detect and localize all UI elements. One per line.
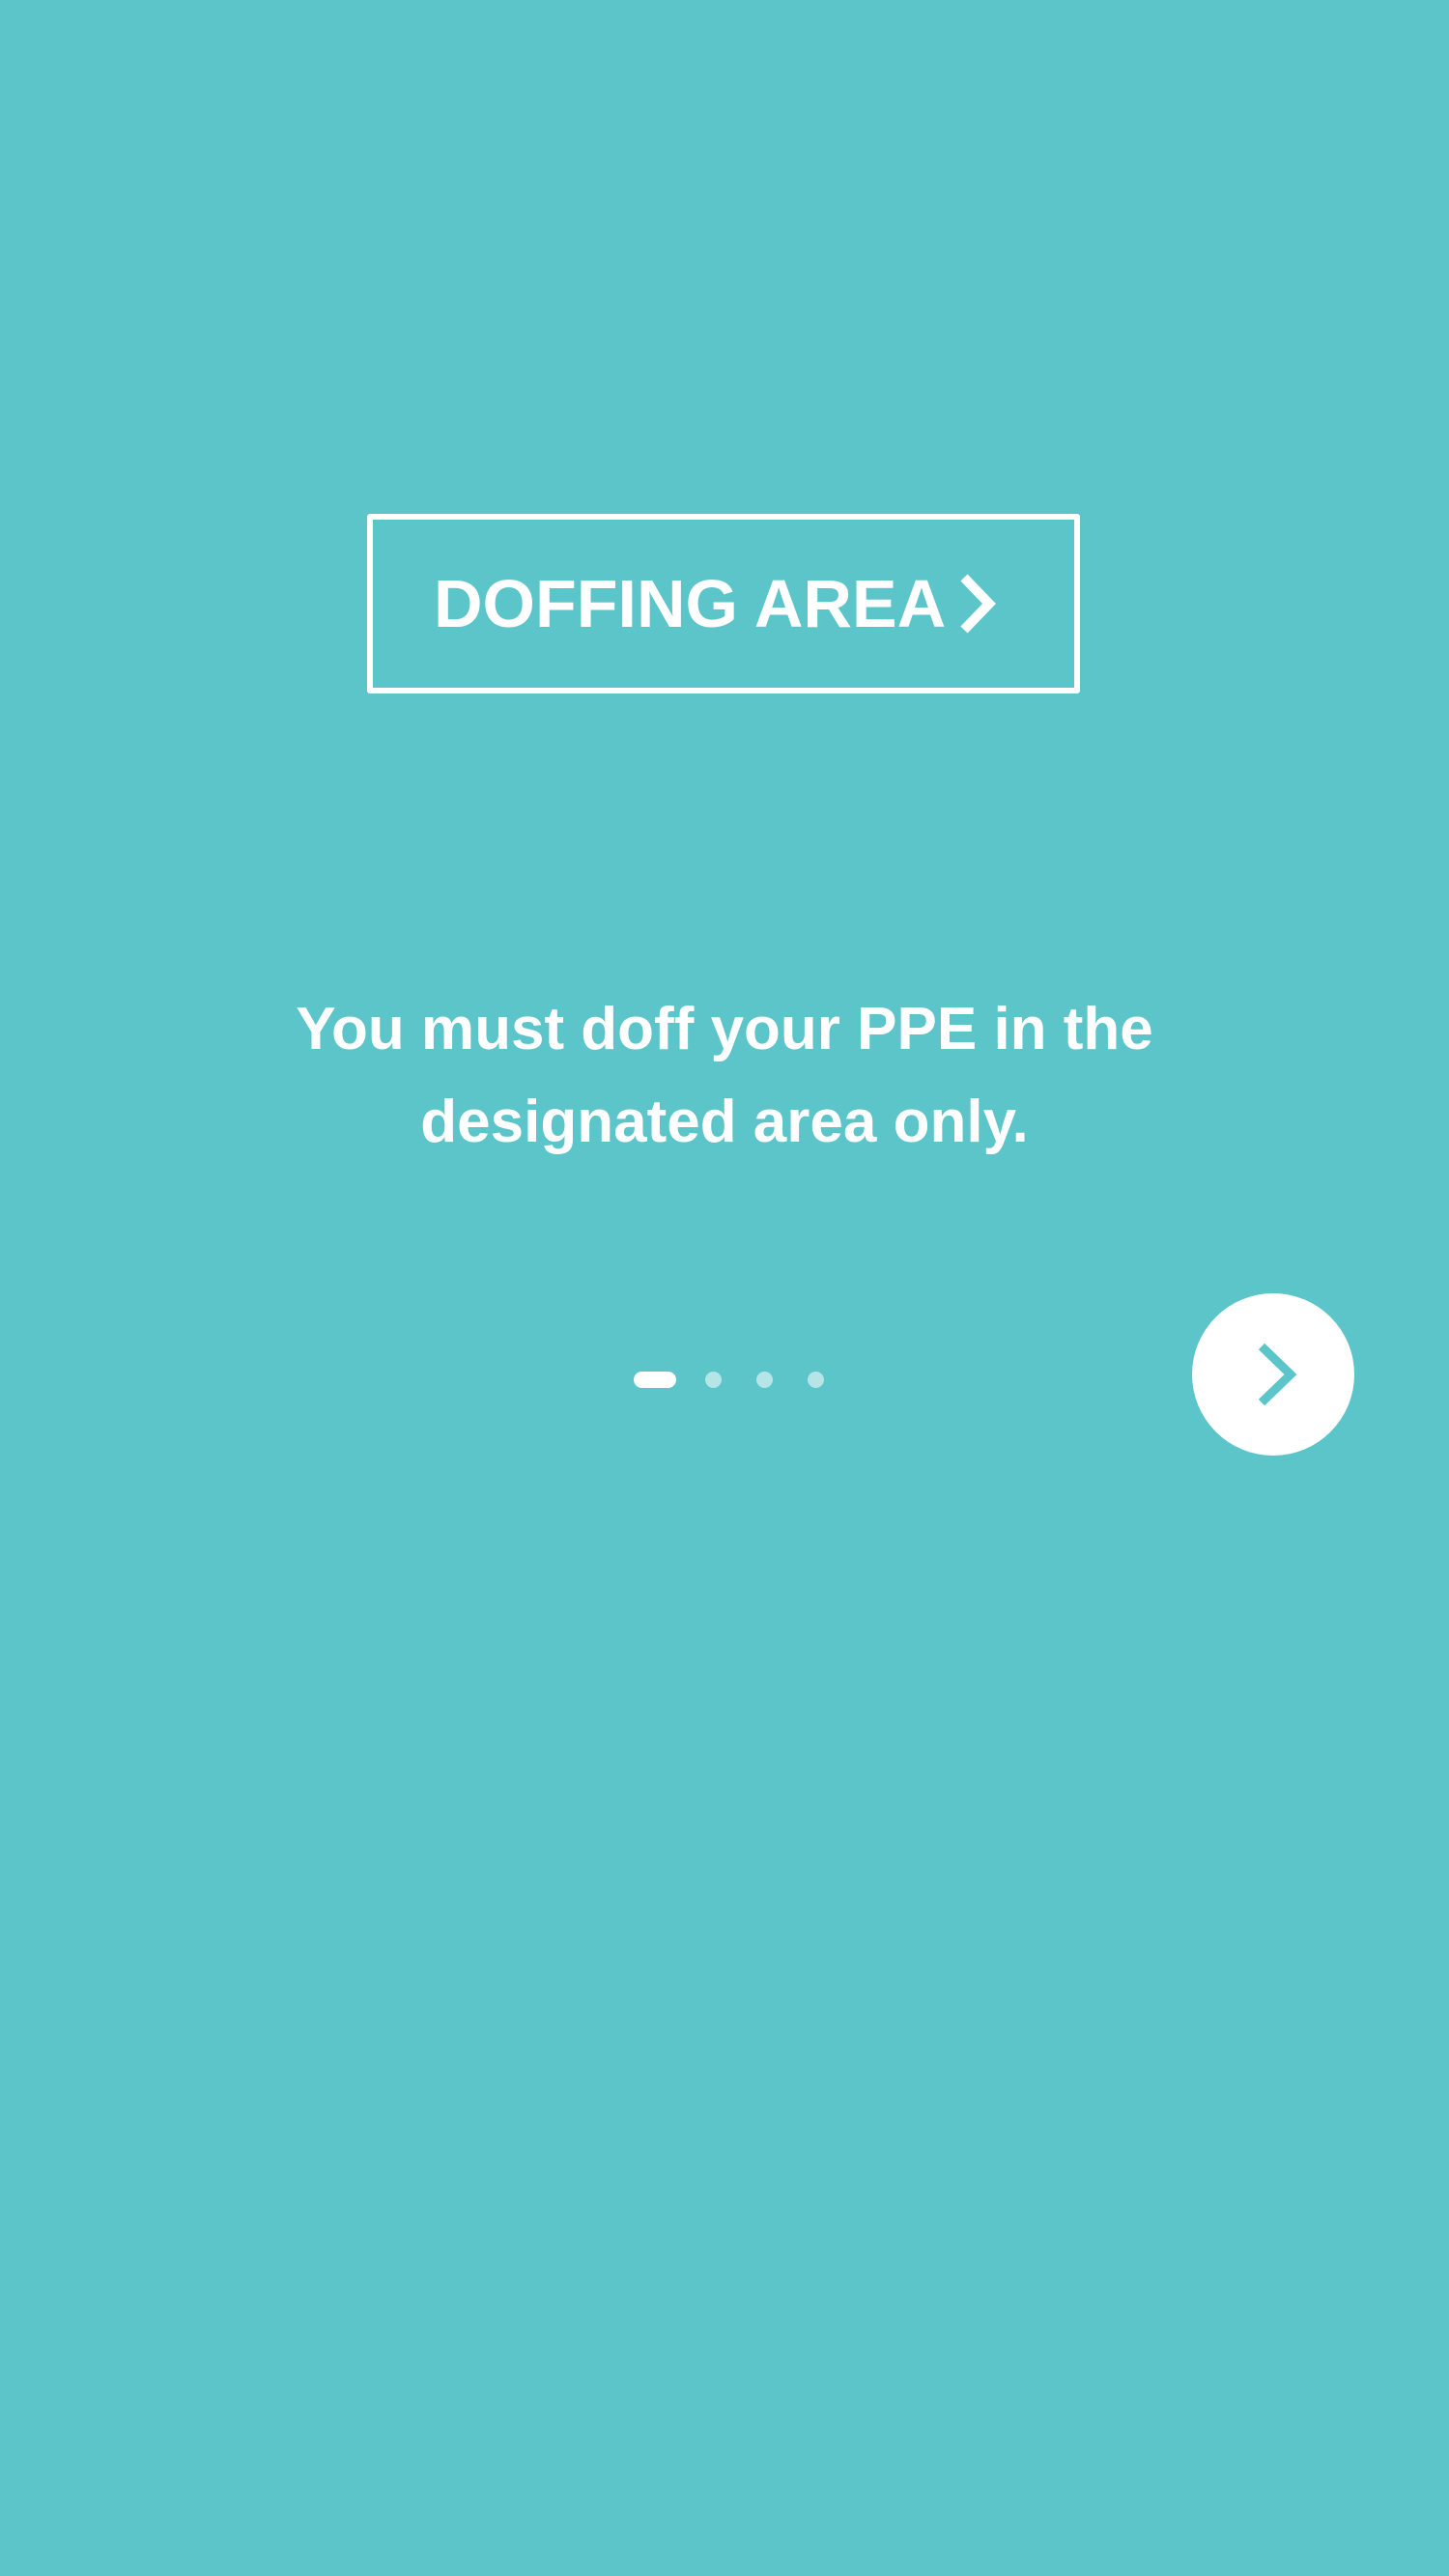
page-dot (705, 1371, 722, 1388)
instruction-message: You must doff your PPE in the designated… (296, 996, 1153, 1155)
doffing-area-label: DOFFING AREA (434, 566, 947, 641)
chevron-right-icon (1258, 1343, 1297, 1406)
next-button[interactable] (1192, 1293, 1354, 1456)
page-dot-active (634, 1371, 676, 1388)
page-indicator (634, 1371, 824, 1388)
doffing-area-button[interactable]: DOFFING AREA (367, 514, 1080, 694)
page-dot (756, 1371, 773, 1388)
chevron-right-icon (960, 574, 996, 634)
page-dot (808, 1371, 824, 1388)
